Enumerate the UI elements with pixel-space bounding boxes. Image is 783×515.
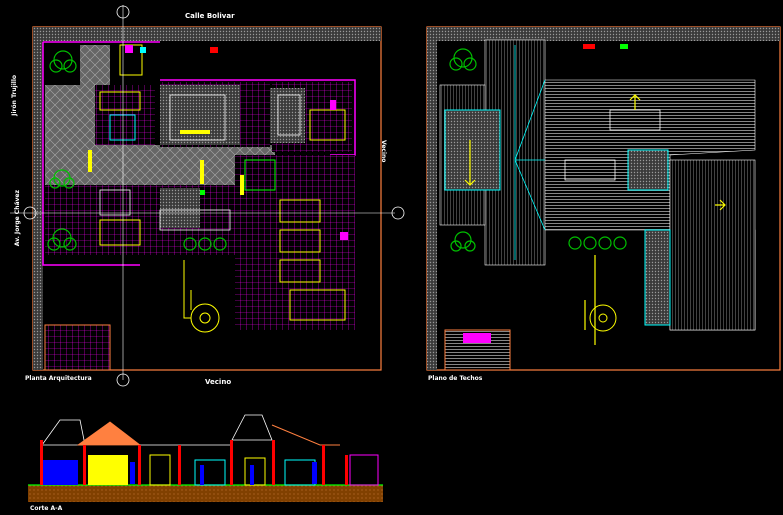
street-label-top: Calle Bolivar — [185, 12, 235, 20]
cad-drawing-canvas — [10, 5, 781, 502]
roof-title: Plano de Techos — [428, 375, 483, 382]
neighbor-label-bottom: Vecino — [205, 378, 232, 386]
floor-plan — [10, 5, 405, 387]
neighbor-label-right: Vecino — [380, 140, 387, 163]
section-title: Corte A-A — [30, 505, 63, 512]
roof-plan — [426, 26, 781, 371]
spiral-stair-icon — [589, 304, 617, 332]
plan-title: Planta Arquitectura — [25, 375, 92, 382]
section-aa — [28, 414, 383, 502]
spiral-stair-icon — [183, 260, 220, 333]
street-label-left: Jirón Trujillo — [11, 75, 18, 116]
street-label-left-2: Av. Jorge Chávez — [14, 190, 21, 247]
